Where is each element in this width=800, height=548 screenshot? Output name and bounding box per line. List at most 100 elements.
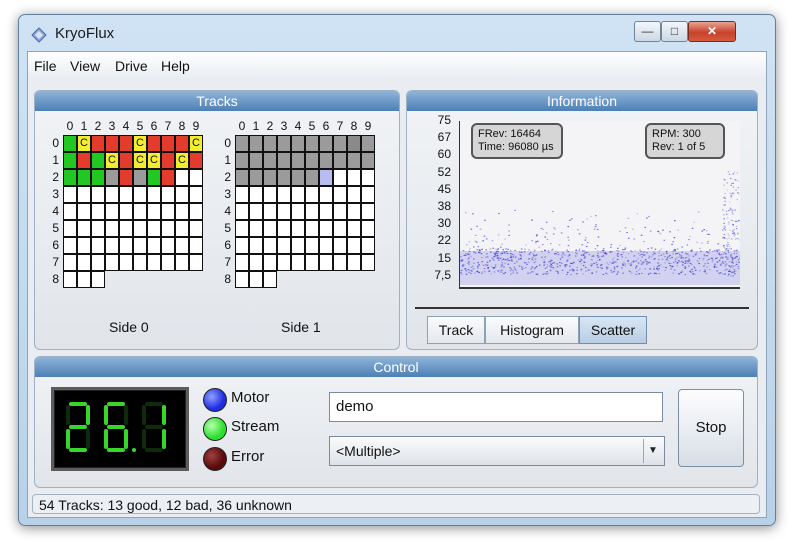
side-0-track-cell[interactable]	[77, 254, 91, 271]
side-0-track-cell[interactable]	[77, 203, 91, 220]
side-0-track-cell[interactable]: C	[147, 152, 161, 169]
side-1-track-cell[interactable]	[291, 237, 305, 254]
menu-drive[interactable]: Drive	[115, 58, 148, 74]
side-0-track-cell[interactable]	[161, 237, 175, 254]
side-1-track-cell[interactable]	[305, 220, 319, 237]
side-1-track-cell[interactable]	[319, 220, 333, 237]
side-1-track-cell[interactable]	[347, 203, 361, 220]
side-1-track-cell[interactable]	[319, 237, 333, 254]
name-input[interactable]: demo	[329, 392, 663, 422]
side-0-track-cell[interactable]	[105, 169, 119, 186]
side-0-track-cell[interactable]	[161, 135, 175, 152]
side-1-track-cell[interactable]	[249, 169, 263, 186]
side-0-track-cell[interactable]	[63, 186, 77, 203]
title-bar[interactable]: KryoFlux — □ ✕	[19, 15, 775, 51]
side-0-track-cell[interactable]	[175, 254, 189, 271]
tab-histogram[interactable]: Histogram	[485, 316, 579, 344]
side-0-track-cell[interactable]	[175, 186, 189, 203]
side-0-track-cell[interactable]	[91, 135, 105, 152]
side-1-track-cell[interactable]	[263, 135, 277, 152]
side-1-track-cell[interactable]	[347, 169, 361, 186]
side-1-track-cell[interactable]	[319, 186, 333, 203]
side-0-track-cell[interactable]	[147, 135, 161, 152]
side-0-track-cell[interactable]	[63, 203, 77, 220]
side-1-track-cell[interactable]	[347, 135, 361, 152]
side-1-track-cell[interactable]	[263, 169, 277, 186]
side-0-track-cell[interactable]	[63, 220, 77, 237]
side-1-track-cell[interactable]	[249, 186, 263, 203]
side-0-track-cell[interactable]	[189, 203, 203, 220]
side-0-track-cell[interactable]	[105, 203, 119, 220]
side-0-track-cell[interactable]	[63, 254, 77, 271]
side-0-track-cell[interactable]	[147, 237, 161, 254]
close-button[interactable]: ✕	[688, 21, 736, 42]
side-1-track-cell[interactable]	[361, 203, 375, 220]
side-1-track-cell[interactable]	[277, 203, 291, 220]
side-1-track-cell[interactable]	[249, 271, 263, 288]
side-0-track-cell[interactable]	[161, 254, 175, 271]
side-0-track-cell[interactable]: C	[105, 152, 119, 169]
side-1-track-cell[interactable]	[235, 254, 249, 271]
minimize-button[interactable]: —	[634, 21, 661, 42]
tab-scatter[interactable]: Scatter	[579, 316, 647, 344]
side-0-track-cell[interactable]	[91, 186, 105, 203]
side-0-track-cell[interactable]	[175, 237, 189, 254]
side-0-track-cell[interactable]	[189, 152, 203, 169]
side-1-track-cell[interactable]	[249, 203, 263, 220]
side-1-track-cell[interactable]	[235, 186, 249, 203]
side-0-track-cell[interactable]	[189, 169, 203, 186]
side-1-track-cell[interactable]	[305, 203, 319, 220]
side-0-track-cell[interactable]	[105, 220, 119, 237]
side-1-track-cell[interactable]	[263, 152, 277, 169]
side-1-track-cell[interactable]	[249, 152, 263, 169]
menu-view[interactable]: View	[70, 58, 100, 74]
side-1-track-cell[interactable]	[235, 169, 249, 186]
side-0-track-cell[interactable]	[105, 135, 119, 152]
side-0-track-cell[interactable]	[63, 237, 77, 254]
side-0-track-cell[interactable]	[63, 169, 77, 186]
side-1-track-cell[interactable]	[319, 169, 333, 186]
side-0-track-cell[interactable]	[147, 203, 161, 220]
side-1-track-cell[interactable]	[319, 254, 333, 271]
side-1-track-cell[interactable]	[277, 152, 291, 169]
side-0-track-cell[interactable]	[189, 186, 203, 203]
side-0-track-cell[interactable]	[91, 220, 105, 237]
side-1-track-cell[interactable]	[347, 237, 361, 254]
side-1-track-cell[interactable]	[235, 152, 249, 169]
side-0-track-cell[interactable]	[77, 169, 91, 186]
side-1-track-cell[interactable]	[263, 186, 277, 203]
side-0-track-cell[interactable]	[161, 186, 175, 203]
menu-file[interactable]: File	[34, 58, 57, 74]
side-0-track-cell[interactable]	[105, 186, 119, 203]
side-0-track-cell[interactable]	[133, 186, 147, 203]
side-1-track-cell[interactable]	[333, 135, 347, 152]
side-0-track-cell[interactable]	[189, 254, 203, 271]
side-1-track-cell[interactable]	[347, 254, 361, 271]
side-0-track-cell[interactable]	[77, 152, 91, 169]
side-1-track-cell[interactable]	[249, 237, 263, 254]
side-0-track-cell[interactable]	[63, 271, 77, 288]
side-0-track-cell[interactable]	[133, 254, 147, 271]
side-1-track-cell[interactable]	[291, 220, 305, 237]
side-1-track-cell[interactable]	[361, 237, 375, 254]
side-1-track-cell[interactable]	[347, 220, 361, 237]
side-1-track-cell[interactable]	[249, 254, 263, 271]
side-1-track-cell[interactable]	[333, 254, 347, 271]
side-0-track-cell[interactable]	[133, 237, 147, 254]
side-1-track-cell[interactable]	[263, 203, 277, 220]
maximize-button[interactable]: □	[661, 21, 688, 42]
side-0-track-cell[interactable]: C	[77, 135, 91, 152]
side-0-track-cell[interactable]	[175, 135, 189, 152]
side-1-track-cell[interactable]	[277, 186, 291, 203]
side-1-track-cell[interactable]	[319, 152, 333, 169]
side-0-track-cell[interactable]: C	[133, 152, 147, 169]
side-0-track-cell[interactable]	[147, 254, 161, 271]
side-0-track-cell[interactable]	[175, 169, 189, 186]
side-1-track-cell[interactable]	[263, 220, 277, 237]
side-1-track-cell[interactable]	[235, 220, 249, 237]
side-1-track-cell[interactable]	[305, 254, 319, 271]
side-1-track-cell[interactable]	[305, 135, 319, 152]
side-0-track-cell[interactable]	[91, 271, 105, 288]
side-1-track-cell[interactable]	[305, 152, 319, 169]
side-1-track-cell[interactable]	[333, 220, 347, 237]
